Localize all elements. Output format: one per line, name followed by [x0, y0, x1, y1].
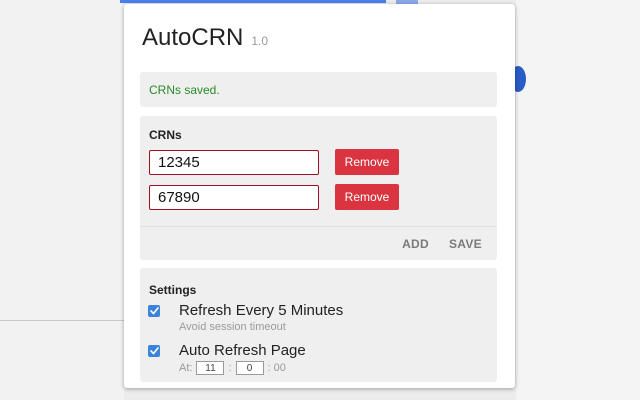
- app-version: 1.0: [251, 34, 269, 48]
- crn-card: CRNs Remove Remove ADD SAVE: [140, 116, 497, 260]
- minute-input[interactable]: [235, 361, 264, 375]
- settings-section-title: Settings: [149, 283, 197, 297]
- auto-refresh-checkbox[interactable]: [148, 345, 160, 357]
- checkmark-icon: [149, 307, 159, 315]
- crn-input-2[interactable]: [149, 184, 319, 210]
- refresh-every-hint: Avoid session timeout: [179, 321, 286, 333]
- add-button[interactable]: ADD: [402, 237, 429, 251]
- setting-body: Refresh Every 5 Minutes Avoid session ti…: [179, 302, 343, 333]
- crn-actions: ADD SAVE: [402, 237, 482, 251]
- background-left-panel: [0, 0, 124, 400]
- refresh-every-checkbox[interactable]: [148, 305, 160, 317]
- autocrn-popup: AutoCRN 1.0 CRNs saved. CRNs Remove Remo…: [124, 4, 515, 388]
- setting-refresh-every: Refresh Every 5 Minutes Avoid session ti…: [148, 302, 343, 333]
- checkmark-icon: [149, 347, 159, 355]
- hour-input[interactable]: [196, 361, 225, 375]
- remove-button-2[interactable]: Remove: [335, 184, 399, 210]
- background-right-panel: [516, 0, 640, 400]
- setting-auto-refresh: Auto Refresh Page At: : : 00: [148, 342, 306, 375]
- refresh-every-label: Refresh Every 5 Minutes: [179, 302, 344, 319]
- popup-header: AutoCRN 1.0: [142, 24, 268, 52]
- time-separator: :: [267, 362, 271, 374]
- time-seconds: 00: [273, 362, 286, 374]
- crn-divider: [140, 226, 497, 227]
- crn-row: Remove: [149, 149, 399, 175]
- save-button[interactable]: SAVE: [449, 237, 482, 251]
- auto-refresh-label: Auto Refresh Page: [179, 342, 306, 359]
- app-title: AutoCRN: [142, 24, 244, 51]
- time-separator: :: [228, 362, 232, 374]
- remove-button-1[interactable]: Remove: [335, 149, 399, 175]
- time-at-label: At:: [179, 362, 193, 374]
- status-message: CRNs saved.: [149, 83, 220, 97]
- settings-card: Settings Refresh Every 5 Minutes Avoid s…: [140, 268, 497, 382]
- crn-section-title: CRNs: [149, 128, 182, 142]
- setting-body: Auto Refresh Page At: : : 00: [179, 342, 306, 375]
- auto-refresh-time: At: : : 00: [179, 361, 306, 375]
- status-card: CRNs saved.: [140, 72, 497, 107]
- background-divider: [0, 320, 124, 321]
- browser-address-bar[interactable]: [120, 0, 386, 3]
- crn-row: Remove: [149, 184, 399, 210]
- crn-input-1[interactable]: [149, 149, 319, 175]
